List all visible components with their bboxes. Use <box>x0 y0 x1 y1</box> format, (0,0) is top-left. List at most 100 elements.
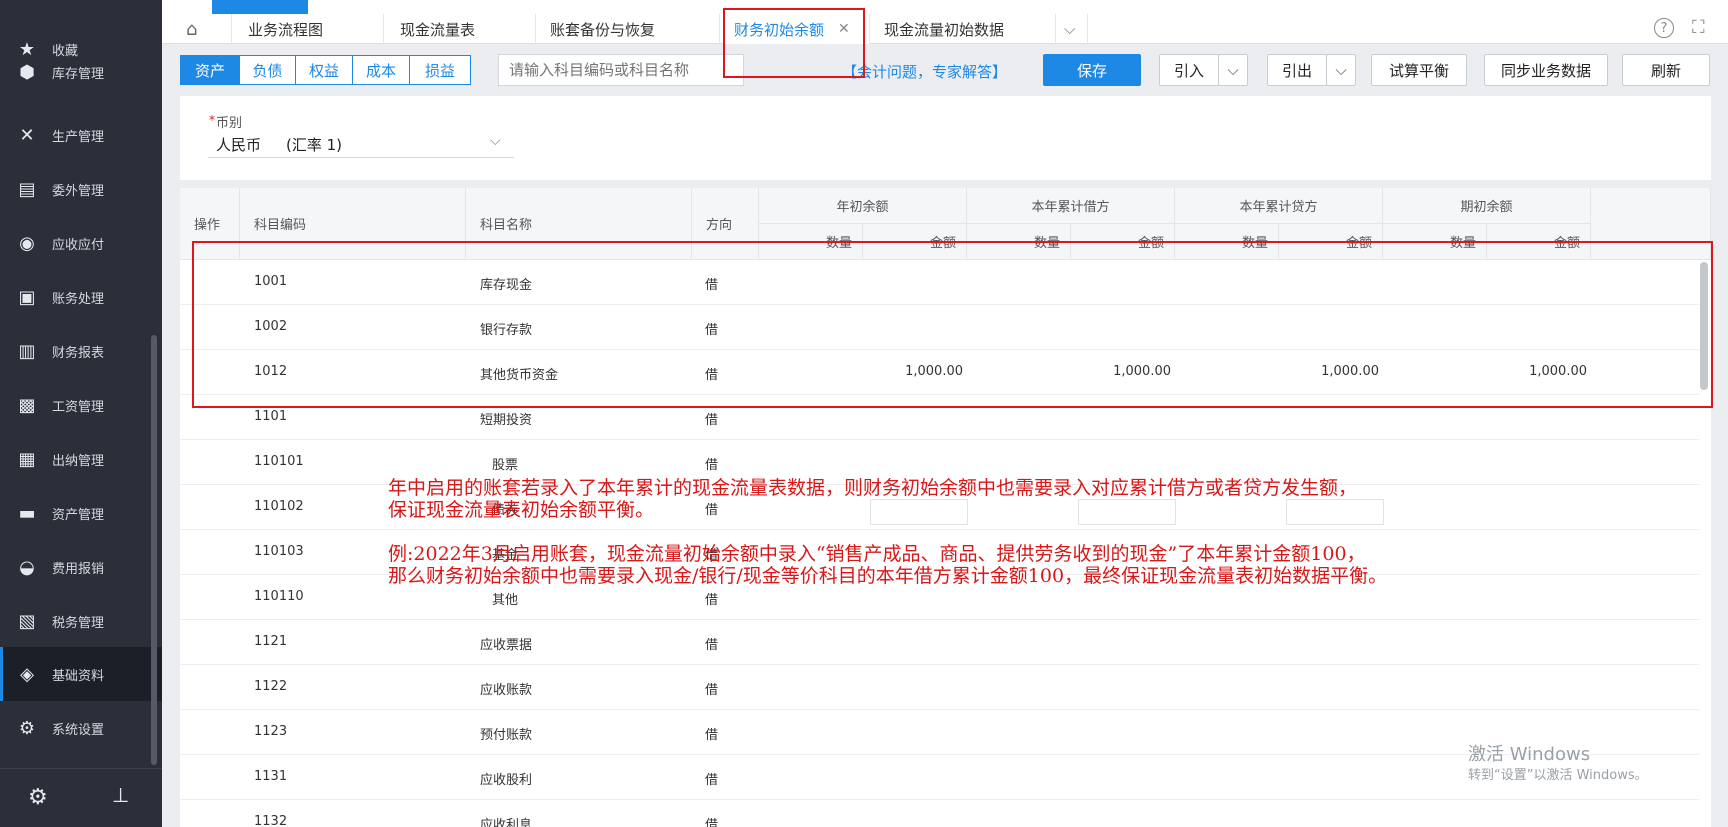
currency-value: 人民币 <box>216 136 262 154</box>
trial-balance-button[interactable]: 试算平衡 <box>1371 54 1467 86</box>
layers-icon: ◈ <box>20 663 34 685</box>
header-label: 本年累计借方 <box>1031 200 1110 215</box>
sidebar-item-label: 出纳管理 <box>52 453 105 469</box>
account-name: 预付账款 <box>480 728 533 743</box>
table-row[interactable]: 1122 应收账款 借 <box>180 665 1699 710</box>
cube-icon: ⬢ <box>19 61 35 83</box>
annotation-line: 保证现金流量表初始余额平衡。 <box>388 499 655 521</box>
category-label: 成本 <box>365 61 396 80</box>
balance-direction: 借 <box>705 413 719 428</box>
sidebar-item-label: 基础资料 <box>52 668 105 684</box>
category-assets[interactable]: 资产 <box>180 55 240 85</box>
reimburse-icon: ◒ <box>19 556 35 578</box>
tab-bar: ⌂ 业务流程图 现金流量表 账套备份与恢复 财务初始余额 ✕ 现金流量初始数据 … <box>162 14 1728 44</box>
sidebar-item-receivables[interactable]: ◉ 应收应付 <box>0 216 162 270</box>
category-cost[interactable]: 成本 <box>352 55 410 85</box>
header-label: 操作 <box>194 218 221 233</box>
fullscreen-icon[interactable]: ⛶ <box>1692 17 1705 38</box>
table-row[interactable]: 1121 应收票据 借 <box>180 620 1699 665</box>
sidebar-item-label: 税务管理 <box>52 615 105 631</box>
account-code: 110110 <box>254 589 304 604</box>
category-liabilities[interactable]: 负债 <box>239 55 296 85</box>
import-dropdown[interactable]: ⌵ <box>1218 54 1248 86</box>
button-label: 引出 <box>1281 61 1312 80</box>
currency-rate: (汇率 1) <box>286 136 343 154</box>
account-name: 应收账款 <box>480 683 533 698</box>
category-equity[interactable]: 权益 <box>295 55 353 85</box>
pin-icon[interactable]: ⊥ <box>112 783 129 807</box>
tab-business-flow[interactable]: 业务流程图 <box>232 14 384 44</box>
sidebar-item-label: 账务处理 <box>52 291 105 307</box>
account-name: 股票 <box>492 458 519 473</box>
account-code: 1123 <box>254 724 288 739</box>
sidebar-item-cashier[interactable]: ▦ 出纳管理 <box>0 432 162 486</box>
header-label: 本年累计贷方 <box>1239 200 1318 215</box>
home-tab[interactable]: ⌂ <box>162 14 232 44</box>
sidebar-item-label: 费用报销 <box>52 561 105 577</box>
annotation-line: 年中启用的账套若录入了本年累计的现金流量表数据，则财务初始余额中也需要录入对应累… <box>388 477 1358 499</box>
sidebar-item-label: 财务报表 <box>52 345 105 361</box>
annotation-line: 那么财务初始余额中也需要录入现金/银行/现金等价科目的本年借方累计金额100，最… <box>388 565 1388 587</box>
chevron-down-icon: ⌵ <box>1227 61 1239 79</box>
account-name: 应收股利 <box>480 773 533 788</box>
header-label: 期初余额 <box>1460 200 1513 215</box>
tab-cash-flow-initial[interactable]: 现金流量初始数据 <box>870 14 1056 44</box>
gear-icon[interactable]: ⚙ <box>28 785 48 810</box>
account-name: 应收利息 <box>480 818 533 827</box>
refresh-button[interactable]: 刷新 <box>1622 54 1710 86</box>
sidebar: ★ 收藏 ⬢ 库存管理 ✕ 生产管理 ▤ 委外管理 ◉ 应收应付 ▣ 账务处理 … <box>0 0 162 827</box>
gear-icon: ⚙ <box>18 717 36 739</box>
sync-data-button[interactable]: 同步业务数据 <box>1484 54 1608 86</box>
table-row[interactable]: 1132 应收利息 借 <box>180 800 1699 827</box>
category-label: 权益 <box>308 61 339 80</box>
currency-label: 币别 <box>216 116 243 131</box>
header-label: 科目编码 <box>254 218 307 233</box>
help-icon[interactable]: ? <box>1654 18 1674 38</box>
category-profit-loss[interactable]: 损益 <box>409 55 471 85</box>
account-code: 110101 <box>254 454 304 469</box>
sidebar-item-system-settings[interactable]: ⚙ 系统设置 <box>0 701 162 755</box>
sidebar-item-outsourcing[interactable]: ▤ 委外管理 <box>0 162 162 216</box>
chevron-down-icon: ⌵ <box>490 133 501 149</box>
sidebar-item-payroll[interactable]: ▩ 工资管理 <box>0 378 162 432</box>
sidebar-item-assets[interactable]: ▬ 资产管理 <box>0 486 162 540</box>
balance-direction: 借 <box>705 818 719 827</box>
sidebar-item-reports[interactable]: ▥ 财务报表 <box>0 324 162 378</box>
activation-watermark-title: 激活 Windows <box>1468 744 1591 765</box>
account-code: 1122 <box>254 679 288 694</box>
tab-label: 现金流量初始数据 <box>884 20 1005 39</box>
category-label: 资产 <box>194 61 225 80</box>
expert-help-link[interactable]: 【会计问题，专家解答】 <box>842 61 1007 82</box>
sidebar-item-accounting[interactable]: ▣ 账务处理 <box>0 270 162 324</box>
save-button[interactable]: 保存 <box>1043 54 1141 86</box>
sidebar-item-inventory[interactable]: ⬢ 库存管理 <box>0 54 162 90</box>
export-button[interactable]: 引出 <box>1267 54 1327 86</box>
account-code: 1132 <box>254 814 288 827</box>
account-code: 110102 <box>254 499 304 514</box>
search-input[interactable] <box>498 54 744 86</box>
balance-direction: 借 <box>705 638 719 653</box>
header-label: 科目名称 <box>480 218 533 233</box>
sidebar-item-tax[interactable]: ▧ 税务管理 <box>0 594 162 648</box>
currency-select[interactable]: 人民币 (汇率 1) ⌵ <box>208 132 514 158</box>
sidebar-item-basic-data[interactable]: ◈ 基础资料 <box>0 647 162 701</box>
import-button[interactable]: 引入 <box>1159 54 1219 86</box>
sidebar-item-reimbursement[interactable]: ◒ 费用报销 <box>0 540 162 594</box>
document-icon: ▤ <box>18 178 36 200</box>
sidebar-item-production[interactable]: ✕ 生产管理 <box>0 108 162 162</box>
account-name: 应收票据 <box>480 638 533 653</box>
tab-cash-flow[interactable]: 现金流量表 <box>384 14 536 44</box>
sidebar-item-label: 委外管理 <box>52 183 105 199</box>
balance-direction: 借 <box>705 458 719 473</box>
tab-backup-restore[interactable]: 账套备份与恢复 <box>536 14 720 44</box>
header-ytd-credit: 本年累计贷方 <box>1175 188 1383 224</box>
category-label: 负债 <box>252 61 283 80</box>
chevron-down-icon: ⌵ <box>1064 20 1076 38</box>
export-dropdown[interactable]: ⌵ <box>1326 54 1356 86</box>
annotation-line: 例:2022年3月启用账套，现金流量初始余额中录入“销售产成品、商品、提供劳务收… <box>388 543 1366 565</box>
activation-watermark-hint: 转到“设置”以激活 Windows。 <box>1468 768 1648 783</box>
category-label: 损益 <box>424 61 455 80</box>
salary-icon: ▩ <box>18 394 36 416</box>
tab-overflow-dropdown[interactable]: ⌵ <box>1056 14 1088 44</box>
sidebar-scrollbar[interactable] <box>151 335 157 765</box>
